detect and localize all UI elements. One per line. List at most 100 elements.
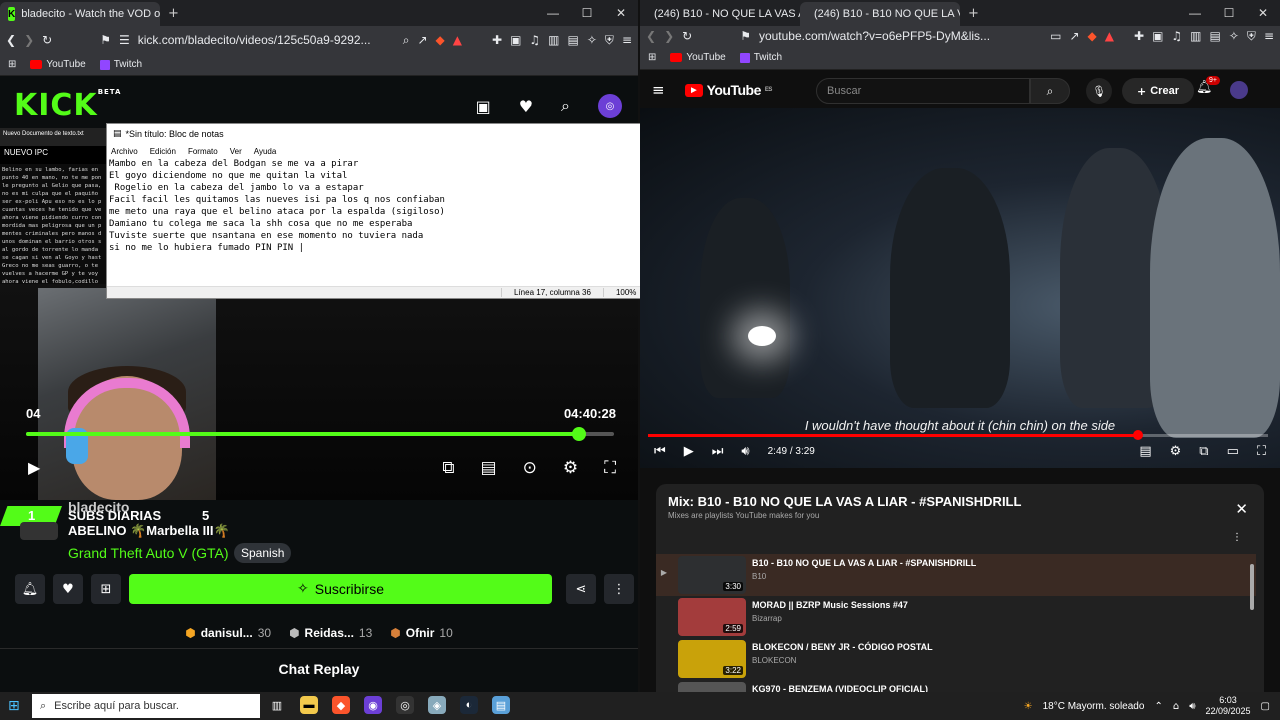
menu-icon[interactable]: ≡ [622,33,632,47]
notifications-icon[interactable]: ▢ [1261,701,1270,712]
back-icon[interactable]: ❮ [646,29,656,43]
weather-icon[interactable]: ☀ [1024,701,1033,712]
miniplayer-icon[interactable]: ⧉ [1199,444,1208,459]
channel-avatar[interactable] [20,522,58,540]
fullscreen-icon[interactable]: ⛶ [1257,444,1266,459]
bookmark-youtube[interactable]: YouTube [30,59,86,70]
youtube-progress-knob[interactable] [1132,430,1143,440]
apps-grid-icon[interactable]: ⊞ [648,52,656,63]
clip-icon[interactable]: ⊙ [523,458,537,478]
menu-item-ver[interactable]: Ver [230,147,242,156]
share-button-icon[interactable]: ⋖ [566,574,596,604]
url-text[interactable]: youtube.com/watch?v=o6ePFP5-DyM&lis... [759,29,990,43]
theater-icon[interactable]: ▤ [481,458,497,478]
vpn-icon[interactable]: ⛨ [1247,29,1256,44]
bookmark-twitch[interactable]: Twitch [99,59,142,70]
brave-shield-icon[interactable]: ◆ [436,33,445,47]
pip-icon[interactable]: ⧉ [442,458,454,478]
reload-icon[interactable]: ↻ [42,33,52,47]
follow-heart-icon[interactable]: ♥ [53,574,83,604]
sidebar-icon[interactable]: ▥ [1190,29,1201,43]
file-explorer-icon[interactable]: ▬ [300,696,318,714]
list-item[interactable]: 2:59 MORAD || BZRP Music Sessions #47 Biz… [656,596,1256,638]
forward-icon[interactable]: ❯ [664,29,674,43]
kick-progress-bar[interactable] [26,427,614,441]
leo-icon[interactable]: ✧ [587,33,597,47]
steam-icon[interactable]: ◐ [460,696,478,714]
list-item[interactable]: 3:22 BLOKECON / BENY JR - CÓDIGO POSTAL B… [656,638,1256,680]
tab-youtube-1[interactable]: (246) B10 - NO QUE LA VAS A LIAR [640,2,800,26]
media-icon[interactable]: ♫ [529,33,540,47]
tab-youtube-2[interactable]: (246) B10 - B10 NO QUE LA VAS A✕ [800,2,960,26]
youtube-video-player[interactable]: I wouldn't have thought about it (chin c… [640,108,1280,468]
channel-name[interactable]: bladecito [68,499,129,515]
new-tab-icon[interactable]: + [168,6,179,21]
user-avatar[interactable]: ◎ [598,94,622,118]
bookmark-icon[interactable]: ⚑ [740,29,751,43]
youtube-search-icon[interactable]: ⌕ [1030,78,1070,104]
subtitles-icon[interactable]: ▤ [1139,444,1151,459]
url-text[interactable]: kick.com/bladecito/videos/125c50a9-9292.… [138,33,371,47]
volume-icon[interactable]: 🔊︎ [741,444,749,459]
leo-icon[interactable]: ✧ [1229,29,1239,43]
extensions-icon[interactable]: ✚ [492,33,502,47]
minimize-icon[interactable]: — [1178,0,1212,26]
youtube-logo[interactable]: ▶ YouTube ES [684,82,772,98]
fullscreen-icon[interactable]: ⛶ [604,458,616,478]
new-tab-icon[interactable]: + [968,6,979,21]
vpn-icon[interactable]: ⛨ [605,33,614,48]
hamburger-menu-icon[interactable]: ≡ [652,81,665,99]
task-view-icon[interactable]: ▥ [268,696,286,714]
share-icon[interactable]: ↗ [417,33,427,47]
language-tag[interactable]: Spanish [234,543,292,563]
cast-icon[interactable]: ▭ [1050,29,1061,43]
minimize-icon[interactable]: — [536,0,570,26]
theater-icon[interactable]: ▭ [1227,444,1239,459]
search-icon[interactable]: ⌕ [561,94,570,118]
back-icon[interactable]: ❮ [6,33,16,47]
bookmark-icon[interactable]: ⚑ [100,33,111,47]
list-item[interactable]: KG970 - BENZEMA (VIDEOCLIP OFICIAL) [656,680,1256,692]
close-window-icon[interactable]: ✕ [604,0,638,26]
reload-icon[interactable]: ↻ [682,29,692,43]
media-icon[interactable]: ♫ [1171,29,1182,43]
app-icon[interactable]: ◈ [428,696,446,714]
following-icon[interactable]: ▣ [476,94,491,118]
maximize-icon[interactable]: ☐ [1212,0,1246,26]
heart-icon[interactable]: ♥ [519,94,533,118]
zoom-icon[interactable]: ⌕ [403,33,410,48]
brave-shield-icon[interactable]: ◆ [1088,29,1097,43]
gifter-item[interactable]: ⬢ danisul... 30 [185,626,271,640]
wallet-icon[interactable]: ▤ [1210,29,1221,43]
bookmark-youtube[interactable]: YouTube [670,52,726,63]
brave-rewards-icon[interactable]: ▲ [453,33,462,47]
gift-icon[interactable]: ⊞ [91,574,121,604]
screenshot-icon[interactable]: ▣ [510,33,521,47]
play-icon[interactable]: ▶ [28,458,40,477]
site-info-icon[interactable]: ☰ [119,33,130,47]
list-item[interactable]: ▶ 3:30 B10 - B10 NO QUE LA VAS A LIAR - … [656,554,1256,596]
tray-overflow-icon[interactable]: ⌃ [1154,701,1162,712]
forward-icon[interactable]: ❯ [24,33,34,47]
kick-logo[interactable]: KICKBETA [14,88,121,123]
gifter-item[interactable]: ⬢ Ofnir 10 [390,626,453,640]
wallet-icon[interactable]: ▤ [568,33,579,47]
extensions-icon[interactable]: ✚ [1134,29,1144,43]
sidebar-icon[interactable]: ▥ [548,33,559,47]
brave-rewards-icon[interactable]: ▲ [1105,29,1114,43]
discord-icon[interactable]: ◉ [364,696,382,714]
menu-item-ayuda[interactable]: Ayuda [254,147,277,156]
youtube-avatar[interactable] [1230,81,1248,99]
menu-icon[interactable]: ≡ [1264,29,1274,43]
more-options-icon[interactable]: ⋮ [1232,532,1242,543]
screenshot-icon[interactable]: ▣ [1152,29,1163,43]
youtube-search-input[interactable]: Buscar [816,78,1030,104]
close-icon[interactable]: ✕ [1235,500,1248,518]
play-icon[interactable]: ▶ [684,444,694,459]
tab-kick[interactable]: K bladecito - Watch the VOD on K ✕ [0,2,160,26]
previous-icon[interactable]: ⏮︎ [654,444,666,459]
volume-icon[interactable]: 🔊︎ [1189,701,1195,712]
mix-scrollbar[interactable] [1250,564,1254,610]
maximize-icon[interactable]: ☐ [570,0,604,26]
more-options-icon[interactable]: ⋮ [604,574,634,604]
